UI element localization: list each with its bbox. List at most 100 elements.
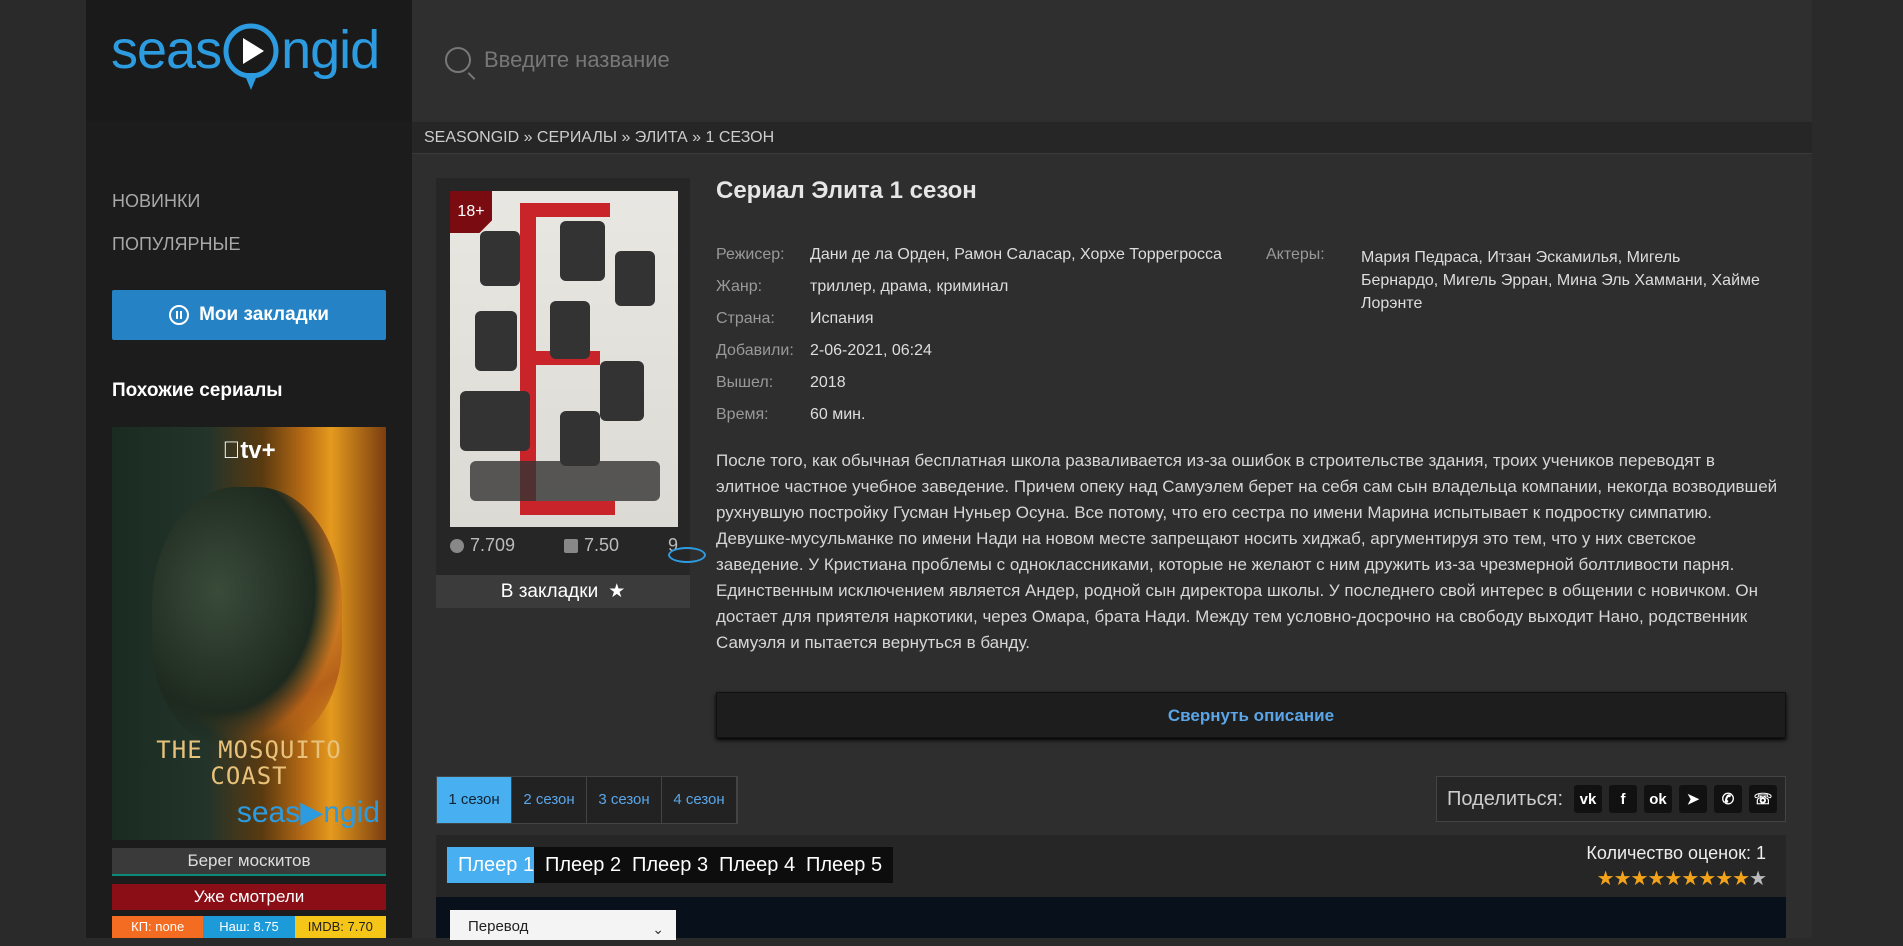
rating-star[interactable]: ★ <box>1647 868 1665 890</box>
viber-icon[interactable]: ✆ <box>1714 785 1742 813</box>
search-icon <box>445 47 471 73</box>
player-tabs-bar: Количество оценок: 1 ★★★★★★★★★★ Плеер 1П… <box>436 835 1786 897</box>
info-value: Испания <box>810 310 874 327</box>
logo-text-right: ngid <box>281 20 380 80</box>
breadcrumb[interactable]: SEASONGID » СЕРИАЛЫ » ЭЛИТА » 1 СЕЗОН <box>412 122 1812 154</box>
rating-star[interactable]: ★ <box>1614 868 1632 890</box>
search-bar[interactable]: Введите название <box>412 0 1812 121</box>
similar-shows-heading: Похожие сериалы <box>112 380 283 401</box>
pause-circle-icon <box>169 305 190 325</box>
tab-player-5[interactable]: Плеер 5 <box>795 847 894 883</box>
nav-item-new[interactable]: НОВИНКИ <box>112 191 200 212</box>
tab-player-4[interactable]: Плеер 4 <box>708 847 807 883</box>
search-input[interactable]: Введите название <box>484 47 670 73</box>
tab-season-3[interactable]: 3 сезон <box>587 777 662 823</box>
add-bookmark-label: В закладки <box>500 580 599 602</box>
season-tabs: 1 сезон 2 сезон 3 сезон 4 сезон <box>436 776 738 824</box>
rating-star[interactable]: ★ <box>1732 868 1750 890</box>
rating-star[interactable]: ★ <box>1597 868 1615 890</box>
my-bookmarks-label: Мои закладки <box>199 304 329 325</box>
tab-player-2[interactable]: Плеер 2 <box>534 847 633 883</box>
watched-badge: Уже смотрели <box>112 884 386 910</box>
info-value: 2018 <box>810 374 846 391</box>
votes: Количество оценок: 1 ★★★★★★★★★★ <box>1586 843 1767 891</box>
vk-icon[interactable]: vk <box>1574 785 1602 813</box>
actors-block: Актеры: Мария Педраса, Итзан Эскамилья, … <box>1266 246 1761 315</box>
poster-stats: 7.709 7.50 9 <box>450 535 706 563</box>
share-panel: Поделиться: vk f ok ➤ ✆ ☏ <box>1436 776 1786 822</box>
actors-list: Мария Педраса, Итзан Эскамилья, Мигель Б… <box>1361 249 1760 312</box>
description: После того, как обычная бесплатная школа… <box>716 451 1778 652</box>
rating-star[interactable]: ★ <box>1631 868 1649 890</box>
kp-score: 7.709 <box>450 535 515 556</box>
collapse-description-button[interactable]: Свернуть описание <box>716 692 1786 738</box>
chevron-down-icon: ⌄ <box>652 921 664 937</box>
film-reel-icon <box>450 538 464 553</box>
tab-season-2[interactable]: 2 сезон <box>512 777 587 823</box>
star-icon: ★ <box>608 581 626 602</box>
info-key: Время: <box>716 406 769 423</box>
poster-watermark-logo: seas▶ngid <box>236 796 380 829</box>
translation-select-value: Перевод <box>468 918 529 935</box>
facebook-icon[interactable]: f <box>1609 785 1637 813</box>
info-value: Дани де ла Орден, Рамон Саласар, Хорхе Т… <box>810 246 1222 263</box>
video-player[interactable]: Перевод ⌄ <box>436 897 1786 940</box>
info-key: Режисер: <box>716 246 785 263</box>
tab-season-1[interactable]: 1 сезон <box>437 777 512 823</box>
info-key: Жанр: <box>716 278 763 295</box>
site-rating: Наш: 8.75 <box>203 916 295 938</box>
sidebar: seas ngid НОВИНКИ ПОПУЛЯРНЫЕ Мои закладк… <box>86 0 412 938</box>
info-row: Добавили: 2-06-2021, 06:24 <box>716 342 1222 374</box>
imdb-rating: IMDB: 7.70 <box>294 916 386 938</box>
age-rating-badge: 18+ <box>450 191 492 233</box>
apple-tv-logo: tv+ <box>112 437 386 465</box>
tab-season-4[interactable]: 4 сезон <box>662 777 737 823</box>
rating-stars[interactable]: ★★★★★★★★★★ <box>1586 866 1767 891</box>
similar-show-poster[interactable]: tv+ THE MOSQUITO COAST seas▶ngid <box>112 427 386 840</box>
actors-label: Актеры: <box>1266 246 1325 263</box>
rating-star[interactable]: ★ <box>1715 868 1733 890</box>
apple-tv-badge-text: tv+ <box>231 437 275 464</box>
site-logo[interactable]: seas ngid <box>111 18 380 98</box>
whatsapp-icon[interactable]: ☏ <box>1749 785 1777 813</box>
page-title: Сериал Элита 1 сезон <box>716 177 977 204</box>
votes-count: Количество оценок: 1 <box>1586 843 1766 863</box>
rating-star[interactable]: ★ <box>1681 868 1699 890</box>
play-icon <box>667 547 706 563</box>
odnoklassniki-icon[interactable]: ok <box>1644 785 1672 813</box>
info-key: Добавили: <box>716 342 794 359</box>
imdb-icon <box>563 538 578 553</box>
views-count: 9 <box>667 535 706 563</box>
logo-area: seas ngid <box>86 0 412 121</box>
tab-player-1[interactable]: Плеер 1 <box>447 847 546 883</box>
info-key: Страна: <box>716 310 775 327</box>
info-row: Вышел: 2018 <box>716 374 1222 406</box>
similar-show-title[interactable]: Берег москитов <box>112 848 386 876</box>
poster-artwork <box>152 487 342 747</box>
kp-rating: КП: none <box>112 916 204 938</box>
share-label: Поделиться: <box>1447 787 1563 810</box>
rating-star[interactable]: ★ <box>1664 868 1682 890</box>
translation-select[interactable]: Перевод ⌄ <box>450 910 676 940</box>
similar-ratings: КП: none Наш: 8.75 IMDB: 7.70 <box>112 916 386 938</box>
info-row: Страна: Испания <box>716 310 1222 342</box>
poster-title-art: THE MOSQUITO COAST <box>156 736 342 790</box>
tab-player-3[interactable]: Плеер 3 <box>621 847 720 883</box>
logo-play-icon <box>222 18 280 92</box>
nav-item-popular[interactable]: ПОПУЛЯРНЫЕ <box>112 234 240 255</box>
info-value: триллер, драма, криминал <box>810 278 1009 295</box>
imdb-score: 7.50 <box>563 535 619 556</box>
info-value: 2-06-2021, 06:24 <box>810 342 932 359</box>
info-row: Режисер: Дани де ла Орден, Рамон Саласар,… <box>716 246 1222 278</box>
telegram-icon[interactable]: ➤ <box>1679 785 1707 813</box>
show-info: Режисер: Дани де ла Орден, Рамон Саласар,… <box>716 246 1222 438</box>
rating-star[interactable]: ★ <box>1698 868 1716 890</box>
info-row: Жанр: триллер, драма, криминал <box>716 278 1222 310</box>
info-value: 60 мин. <box>810 406 866 423</box>
add-bookmark-button[interactable]: В закладки ★ <box>436 575 690 608</box>
info-key: Вышел: <box>716 374 774 391</box>
show-poster: 18+ <box>450 191 678 527</box>
info-row: Время: 60 мин. <box>716 406 1222 438</box>
my-bookmarks-button[interactable]: Мои закладки <box>112 290 386 340</box>
rating-star[interactable]: ★ <box>1749 868 1767 890</box>
